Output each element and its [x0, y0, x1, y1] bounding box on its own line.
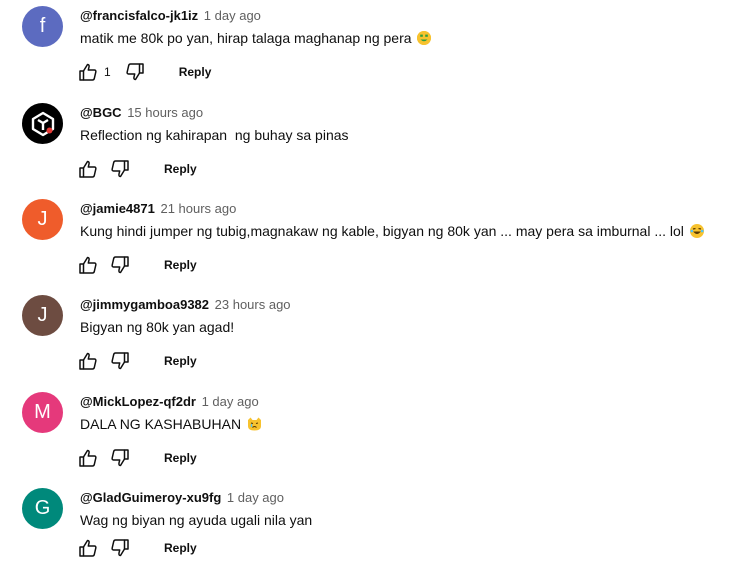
bgc-logo-icon[interactable]	[22, 103, 63, 144]
thumbs-up-icon[interactable]	[78, 62, 98, 82]
reply-button[interactable]: Reply	[164, 541, 197, 555]
comment-time[interactable]: 1 day ago	[227, 490, 284, 505]
comment-text: DALA NG KASHABUHAN	[80, 416, 261, 432]
comment-text-content: Wag ng biyan ng ayuda ugali nila yan	[80, 512, 313, 528]
comment-actions: 1 Reply	[78, 62, 211, 82]
thumbs-up-icon[interactable]	[78, 448, 98, 468]
reply-button[interactable]: Reply	[164, 258, 197, 272]
comment-author[interactable]: @MickLopez-qf2dr	[80, 394, 196, 409]
comment-text-content: Reflection ng kahirapan ng buhay sa pina…	[80, 127, 349, 143]
reply-button[interactable]: Reply	[164, 162, 197, 176]
like-count: 1	[104, 65, 111, 79]
avatar[interactable]: J	[22, 295, 63, 336]
reply-button[interactable]: Reply	[164, 354, 197, 368]
comment-author[interactable]: @BGC	[80, 105, 122, 120]
thumbs-down-icon[interactable]	[110, 538, 130, 558]
thumbs-up-icon[interactable]	[78, 538, 98, 558]
avatar[interactable]: J	[22, 199, 63, 240]
avatar[interactable]: M	[22, 392, 63, 433]
comment-text-content: Kung hindi jumper ng tubig,magnakaw ng k…	[80, 223, 684, 239]
comment-time[interactable]: 21 hours ago	[160, 201, 236, 216]
thumbs-down-icon[interactable]	[110, 159, 130, 179]
comment-actions: Reply	[78, 448, 197, 468]
comment-actions: Reply	[78, 351, 197, 371]
comment-text-content: Bigyan ng 80k yan agad!	[80, 319, 235, 335]
comment-item: M @MickLopez-qf2dr 1 day ago DALA NG KAS…	[0, 389, 750, 485]
comment-item: J @jimmygamboa9382 23 hours ago Bigyan n…	[0, 292, 750, 388]
comment-item: J @jamie4871 21 hours ago Kung hindi jum…	[0, 196, 750, 292]
comment-text: matik me 80k po yan, hirap talaga maghan…	[80, 30, 432, 46]
comment-text: Bigyan ng 80k yan agad!	[80, 319, 234, 335]
comment-actions: Reply	[78, 255, 197, 275]
comment-meta: @jimmygamboa9382 23 hours ago	[80, 297, 291, 312]
comment-item: G @GladGuimeroy-xu9fg 1 day ago Wag ng b…	[0, 485, 750, 581]
comment-author[interactable]: @francisfalco-jk1iz	[80, 8, 198, 23]
comment-text: Kung hindi jumper ng tubig,magnakaw ng k…	[80, 223, 704, 239]
comment-text-content: DALA NG KASHABUHAN	[80, 416, 242, 432]
avatar[interactable]: G	[22, 488, 63, 529]
thumbs-up-icon[interactable]	[78, 351, 98, 371]
comment-author[interactable]: @jimmygamboa9382	[80, 297, 209, 312]
comment-text: Reflection ng kahirapan ng buhay sa pina…	[80, 127, 349, 143]
comment-meta: @BGC 15 hours ago	[80, 105, 203, 120]
thumbs-down-icon[interactable]	[110, 448, 130, 468]
comment-meta: @francisfalco-jk1iz 1 day ago	[80, 8, 261, 23]
thumbs-up-icon[interactable]	[78, 159, 98, 179]
comment-meta: @jamie4871 21 hours ago	[80, 201, 236, 216]
comment-time[interactable]: 1 day ago	[204, 8, 261, 23]
comment-meta: @GladGuimeroy-xu9fg 1 day ago	[80, 490, 284, 505]
money-mouth-face-icon	[417, 31, 432, 45]
reply-button[interactable]: Reply	[164, 451, 197, 465]
comment-time[interactable]: 23 hours ago	[215, 297, 291, 312]
comment-author[interactable]: @jamie4871	[80, 201, 155, 216]
thumbs-down-icon[interactable]	[125, 62, 145, 82]
reply-button[interactable]: Reply	[179, 65, 212, 79]
thumbs-down-icon[interactable]	[110, 255, 130, 275]
avatar[interactable]: f	[22, 6, 63, 47]
comment-actions: Reply	[78, 538, 197, 558]
comment-time[interactable]: 1 day ago	[202, 394, 259, 409]
comment-meta: @MickLopez-qf2dr 1 day ago	[80, 394, 259, 409]
comment-actions: Reply	[78, 159, 197, 179]
comment-time[interactable]: 15 hours ago	[127, 105, 203, 120]
laughing-tears-face-icon	[689, 224, 704, 238]
crying-cat-face-icon	[247, 417, 261, 431]
comment-item: f @francisfalco-jk1iz 1 day ago matik me…	[0, 3, 750, 99]
comment-text-content: matik me 80k po yan, hirap talaga maghan…	[80, 30, 412, 46]
comment-text: Wag ng biyan ng ayuda ugali nila yan	[80, 512, 312, 528]
thumbs-up-icon[interactable]	[78, 255, 98, 275]
comment-item: @BGC 15 hours ago Reflection ng kahirapa…	[0, 100, 750, 196]
comment-author[interactable]: @GladGuimeroy-xu9fg	[80, 490, 221, 505]
thumbs-down-icon[interactable]	[110, 351, 130, 371]
